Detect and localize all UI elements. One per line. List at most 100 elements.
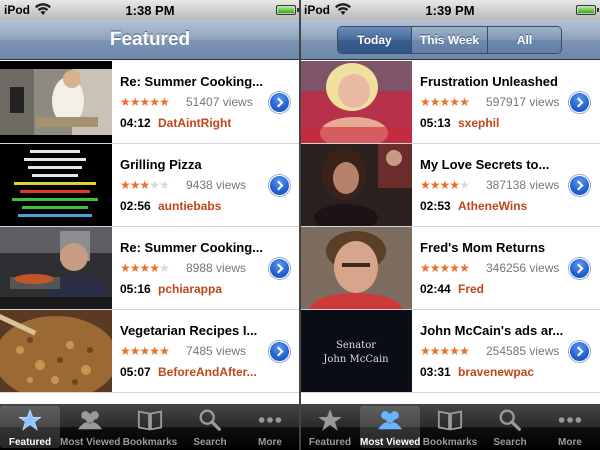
segment-today[interactable]: Today: [338, 27, 412, 53]
status-time: 1:39 PM: [425, 3, 475, 18]
star-icon: ★: [149, 95, 160, 109]
detail-disclosure-button[interactable]: [269, 341, 290, 362]
star-icon: ★: [420, 178, 431, 192]
star-icon: ★: [429, 344, 441, 358]
uploader-name[interactable]: AtheneWins: [458, 199, 527, 213]
view-count: 387138 views: [486, 178, 560, 192]
rating-stars: ★★★★★: [420, 344, 470, 358]
star-icon: ★: [139, 95, 151, 109]
star-icon: ★: [429, 261, 441, 275]
uploader-name[interactable]: Fred: [458, 282, 484, 296]
video-row[interactable]: Grilling Pizza ★★★★★ 9438 views 02:56 au…: [0, 144, 300, 227]
video-title: My Love Secrets to...: [420, 157, 550, 172]
rating-stars: ★★★★★: [120, 261, 170, 275]
uploader-name[interactable]: bravenewpac: [458, 365, 534, 379]
video-duration: 05:13: [420, 116, 451, 130]
video-row[interactable]: Re: Summer Cooking... ★★★★★ 51407 views …: [0, 61, 300, 144]
tab-label: Most Viewed: [360, 437, 421, 448]
star-icon: ★: [449, 95, 460, 109]
most-viewed-screen: iPod 1:39 PM Today This Week All Frustra…: [300, 0, 600, 450]
video-duration: 02:56: [120, 199, 151, 213]
uploader-name[interactable]: sxephil: [458, 116, 499, 130]
video-title: Re: Summer Cooking...: [120, 74, 264, 89]
video-duration: 05:07: [120, 365, 151, 379]
star-icon: ★: [149, 344, 160, 358]
detail-disclosure-button[interactable]: [269, 175, 290, 196]
tab-more[interactable]: More: [240, 404, 300, 450]
view-count: 254585 views: [486, 344, 560, 358]
star-icon: ★: [459, 95, 470, 109]
tab-search[interactable]: Search: [480, 404, 540, 450]
video-thumbnail: [0, 144, 112, 226]
star-icon: ★: [420, 261, 431, 275]
featured-screen: iPod 1:38 PM Featured Re: Summer Cooking…: [0, 0, 300, 450]
tab-most-viewed[interactable]: Most Viewed: [60, 404, 120, 450]
detail-disclosure-button[interactable]: [569, 92, 590, 113]
video-list: Frustration Unleashed ★★★★★ 597917 views…: [300, 61, 600, 404]
star-icon: ★: [120, 344, 131, 358]
star-icon: ★: [159, 95, 170, 109]
star-icon: ★: [149, 178, 160, 192]
video-thumbnail: [0, 310, 112, 392]
star-icon: ★: [149, 261, 160, 275]
video-row[interactable]: Senator John McCain John McCain's ads ar…: [300, 310, 600, 393]
star-icon: ★: [120, 261, 131, 275]
tab-label: Bookmarks: [122, 437, 178, 448]
status-bar: iPod 1:39 PM: [300, 0, 600, 20]
detail-disclosure-button[interactable]: [269, 258, 290, 279]
tab-label: Featured: [308, 437, 352, 448]
video-title: Vegetarian Recipes I...: [120, 323, 258, 338]
segment-all[interactable]: All: [488, 27, 561, 53]
uploader-name[interactable]: BeforeAndAfter...: [158, 365, 257, 379]
featured-star-icon: [18, 409, 42, 431]
uploader-name[interactable]: auntiebabs: [158, 199, 221, 213]
view-count: 597917 views: [486, 95, 560, 109]
status-bar: iPod 1:38 PM: [0, 0, 300, 20]
video-row[interactable]: Re: Summer Cooking... ★★★★★ 8988 views 0…: [0, 227, 300, 310]
view-count: 7485 views: [186, 344, 247, 358]
nav-bar: Today This Week All: [300, 20, 600, 60]
star-icon: ★: [129, 344, 141, 358]
video-row[interactable]: Frustration Unleashed ★★★★★ 597917 views…: [300, 61, 600, 144]
star-icon: ★: [420, 95, 431, 109]
view-count: 8988 views: [186, 261, 247, 275]
tab-bar: Featured Most Viewed Bookmarks Search More: [0, 404, 300, 450]
nav-bar: Featured: [0, 20, 300, 60]
tab-most-viewed[interactable]: Most Viewed: [360, 406, 420, 448]
star-icon: ★: [120, 178, 131, 192]
video-thumbnail: [300, 144, 412, 226]
star-icon: ★: [449, 261, 460, 275]
segment-this-week[interactable]: This Week: [412, 27, 488, 53]
uploader-name[interactable]: pchiarappa: [158, 282, 222, 296]
detail-disclosure-button[interactable]: [269, 92, 290, 113]
battery-icon: [576, 5, 599, 15]
tab-bookmarks[interactable]: Bookmarks: [420, 404, 480, 450]
detail-disclosure-button[interactable]: [569, 258, 590, 279]
detail-disclosure-button[interactable]: [569, 341, 590, 362]
video-title: Fred's Mom Returns: [420, 240, 546, 255]
tab-label: Search: [493, 437, 527, 448]
view-count: 9438 views: [186, 178, 247, 192]
tab-more[interactable]: More: [540, 404, 600, 450]
video-duration: 05:16: [120, 282, 151, 296]
most-viewed-people-icon: [377, 411, 403, 430]
video-thumbnail: [0, 227, 112, 309]
star-icon: ★: [439, 261, 451, 275]
star-icon: ★: [139, 178, 151, 192]
star-icon: ★: [129, 95, 141, 109]
tab-bookmarks[interactable]: Bookmarks: [120, 404, 180, 450]
star-icon: ★: [459, 344, 470, 358]
tab-bar: Featured Most Viewed Bookmarks Search More: [300, 404, 600, 450]
tab-search[interactable]: Search: [180, 404, 240, 450]
star-icon: ★: [449, 178, 460, 192]
uploader-name[interactable]: DatAintRight: [158, 116, 231, 130]
star-icon: ★: [439, 95, 451, 109]
detail-disclosure-button[interactable]: [569, 175, 590, 196]
video-row[interactable]: My Love Secrets to... ★★★★★ 387138 views…: [300, 144, 600, 227]
video-title: John McCain's ads ar...: [420, 323, 564, 338]
video-row[interactable]: Fred's Mom Returns ★★★★★ 346256 views 02…: [300, 227, 600, 310]
video-row[interactable]: Vegetarian Recipes I... ★★★★★ 7485 views…: [0, 310, 300, 393]
tab-featured[interactable]: Featured: [0, 406, 60, 448]
star-icon: ★: [159, 178, 170, 192]
tab-featured[interactable]: Featured: [300, 404, 360, 450]
